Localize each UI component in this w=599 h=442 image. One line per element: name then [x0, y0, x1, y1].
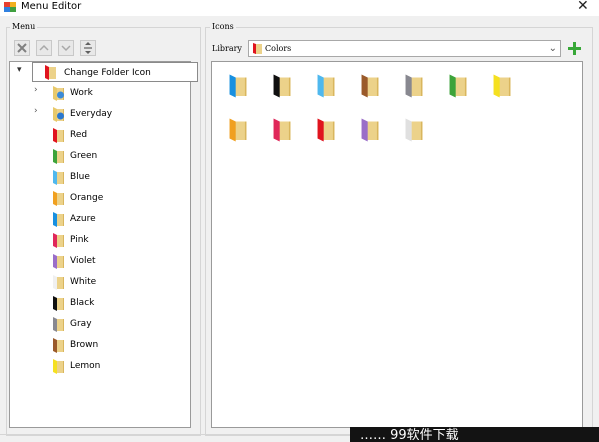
arrow-up-icon [39, 44, 49, 51]
watermark-text: …… 99软件下载 [360, 428, 459, 440]
download-icon [53, 107, 64, 122]
folder-icon [53, 212, 64, 227]
tree-item-white[interactable]: White [10, 272, 190, 291]
tree-item-label: Black [70, 298, 95, 308]
folder-icon[interactable] [404, 72, 424, 100]
tree-item-violet[interactable]: Violet [10, 251, 190, 270]
folder-icon [45, 65, 56, 80]
folder-icon [53, 191, 64, 206]
tree-item-label: Brown [70, 340, 99, 350]
folder-icon [53, 317, 64, 332]
sort-button[interactable] [80, 40, 96, 56]
tree-item-gray[interactable]: Gray [10, 314, 190, 333]
move-up-button[interactable] [36, 40, 52, 56]
tree-item-black[interactable]: Black [10, 293, 190, 312]
tree-item-pink[interactable]: Pink [10, 230, 190, 249]
menu-group-label: Menu [10, 22, 38, 32]
tree-item-label: Azure [70, 214, 96, 224]
folder-icon[interactable] [228, 72, 248, 100]
tree-item-lemon[interactable]: Lemon [10, 356, 190, 375]
library-label: Library [212, 44, 242, 53]
chevron-down-icon[interactable]: ▾ [17, 65, 22, 75]
menu-tree[interactable]: ▾ Change Folder Icon › Work › Everyday Red Gr… [9, 61, 198, 428]
move-down-button[interactable] [58, 40, 74, 56]
icons-group-label: Icons [210, 22, 236, 32]
icons-grid[interactable] [211, 61, 583, 428]
folder-icon[interactable] [272, 72, 292, 100]
tree-root[interactable]: Change Folder Icon [32, 62, 198, 82]
tree-item-label: Red [70, 130, 88, 140]
app-icon [4, 2, 16, 12]
gear-icon [53, 86, 64, 101]
title-bar: Menu Editor ✕ [0, 0, 599, 16]
folder-icon [253, 43, 262, 54]
remove-button[interactable] [14, 40, 30, 56]
window-title: Menu Editor [21, 1, 82, 12]
tree-item-work[interactable]: › Work [10, 83, 190, 102]
folder-icon[interactable] [492, 72, 512, 100]
chevron-right-icon[interactable]: › [34, 106, 38, 116]
x-icon [17, 43, 27, 53]
folder-icon [53, 275, 64, 290]
folder-icon [53, 233, 64, 248]
folder-icon[interactable] [360, 72, 380, 100]
tree-item-label: Violet [70, 256, 96, 266]
library-select[interactable]: Colors ⌄ [248, 40, 561, 57]
tree-item-label: White [70, 277, 97, 287]
tree-item-label: Work [70, 88, 93, 98]
tree-item-label: Gray [70, 319, 92, 329]
chevron-down-icon: ⌄ [548, 43, 557, 54]
tree-item-label: Blue [70, 172, 90, 182]
folder-icon[interactable] [316, 72, 336, 100]
folder-icon [53, 128, 64, 143]
close-icon[interactable]: ✕ [577, 0, 589, 14]
folder-icon[interactable] [448, 72, 468, 100]
tree-item-label: Pink [70, 235, 89, 245]
folder-icon[interactable] [272, 116, 292, 144]
folder-icon[interactable] [228, 116, 248, 144]
folder-icon[interactable] [360, 116, 380, 144]
tree-item-blue[interactable]: Blue [10, 167, 190, 186]
tree-item-label: Lemon [70, 361, 101, 371]
chevron-right-icon[interactable]: › [34, 85, 38, 95]
folder-icon [53, 149, 64, 164]
tree-item-everyday[interactable]: › Everyday [10, 104, 190, 123]
tree-item-azure[interactable]: Azure [10, 209, 190, 228]
tree-root-label: Change Folder Icon [64, 68, 151, 78]
folder-icon [53, 170, 64, 185]
sort-icon [84, 42, 92, 54]
tree-item-orange[interactable]: Orange [10, 188, 190, 207]
tree-item-red[interactable]: Red [10, 125, 190, 144]
tree-item-brown[interactable]: Brown [10, 335, 190, 354]
tree-item-label: Green [70, 151, 98, 161]
library-value: Colors [265, 44, 292, 53]
tree-item-label: Orange [70, 193, 104, 203]
tree-item-label: Everyday [70, 109, 113, 119]
folder-icon [53, 254, 64, 269]
folder-icon [53, 296, 64, 311]
arrow-down-icon [61, 45, 71, 52]
plus-icon[interactable] [566, 40, 583, 57]
folder-icon[interactable] [404, 116, 424, 144]
folder-icon[interactable] [316, 116, 336, 144]
folder-icon [53, 359, 64, 374]
folder-icon [53, 338, 64, 353]
tree-item-green[interactable]: Green [10, 146, 190, 165]
